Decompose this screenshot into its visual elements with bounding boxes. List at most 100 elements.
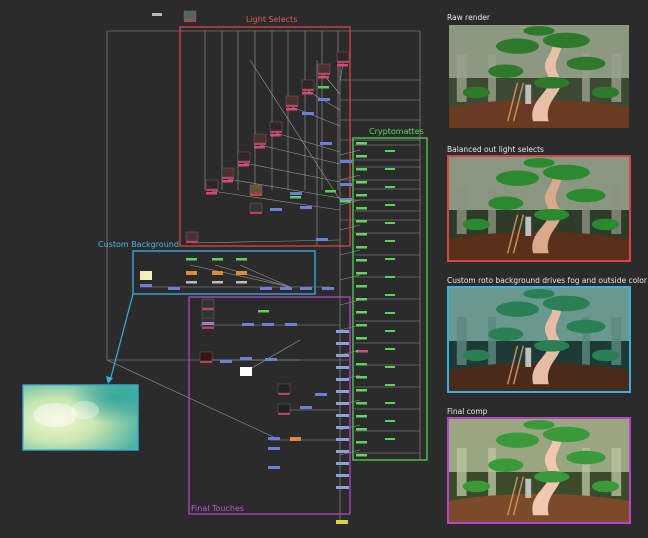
merge-node[interactable] — [340, 183, 352, 186]
write-node[interactable] — [336, 520, 348, 524]
read-node[interactable] — [237, 151, 251, 163]
grade-node[interactable] — [236, 271, 247, 275]
graph-nodes[interactable] — [140, 10, 395, 524]
merge-node[interactable] — [336, 474, 349, 477]
cryptomatte-node[interactable] — [356, 337, 367, 340]
cryptomatte-node[interactable] — [356, 285, 367, 288]
grade-node[interactable] — [302, 92, 313, 95]
cryptomatte-node[interactable] — [385, 438, 395, 440]
preview-roto-background[interactable] — [447, 286, 631, 393]
read-node[interactable] — [201, 298, 215, 310]
grade-node[interactable] — [254, 146, 265, 149]
grade-node[interactable] — [186, 271, 197, 275]
merge-node[interactable] — [336, 366, 349, 369]
shuffle-node[interactable] — [186, 258, 197, 261]
merge-node[interactable] — [336, 390, 349, 393]
merge-node[interactable] — [340, 160, 352, 163]
merge-node[interactable] — [280, 287, 292, 290]
grade-node[interactable] — [212, 271, 223, 275]
merge-node[interactable] — [336, 414, 349, 417]
shuffle-node[interactable] — [290, 196, 301, 199]
merge-node[interactable] — [320, 142, 332, 145]
cryptomatte-node[interactable] — [356, 441, 367, 444]
preview-balanced-light-selects[interactable] — [447, 155, 631, 262]
merge-node[interactable] — [270, 208, 282, 211]
read-node[interactable] — [221, 167, 235, 179]
shuffle-node[interactable] — [318, 86, 329, 89]
constant-node[interactable] — [240, 367, 252, 376]
merge-node[interactable] — [336, 426, 349, 429]
group-box-final-touches[interactable] — [188, 296, 351, 515]
cryptomatte-node[interactable] — [356, 168, 367, 171]
merge-node[interactable] — [290, 192, 302, 195]
preview-final-comp[interactable] — [447, 417, 631, 524]
cryptomatte-node[interactable] — [385, 366, 395, 368]
shuffle-node[interactable] — [325, 190, 336, 193]
read-node[interactable] — [301, 79, 315, 91]
cryptomatte-node[interactable] — [385, 384, 395, 386]
cryptomatte-node[interactable] — [356, 415, 367, 418]
grade-node[interactable] — [270, 134, 281, 137]
grade-node[interactable] — [290, 437, 301, 441]
merge-node[interactable] — [336, 378, 349, 381]
read-node[interactable] — [253, 133, 267, 145]
grade-node[interactable] — [206, 192, 217, 195]
cryptomatte-node[interactable] — [356, 272, 367, 275]
read-node[interactable] — [285, 95, 299, 107]
cryptomatte-node[interactable] — [356, 402, 367, 405]
merge-node[interactable] — [260, 287, 272, 290]
cryptomatte-node[interactable] — [356, 259, 367, 262]
constant-node[interactable] — [140, 271, 152, 280]
merge-node[interactable] — [262, 323, 274, 326]
read-node[interactable] — [336, 51, 350, 63]
preview-raw-render[interactable] — [447, 23, 631, 130]
merge-node[interactable] — [336, 342, 349, 345]
merge-node[interactable] — [336, 402, 349, 405]
cryptomatte-node[interactable] — [385, 204, 395, 206]
merge-node[interactable] — [336, 450, 349, 453]
merge-node[interactable] — [220, 360, 232, 363]
cryptomatte-node[interactable] — [356, 181, 367, 184]
cryptomatte-node[interactable] — [385, 276, 395, 278]
cryptomatte-node[interactable] — [356, 220, 367, 223]
merge-node[interactable] — [300, 287, 312, 290]
shuffle-node[interactable] — [340, 200, 351, 203]
cryptomatte-node[interactable] — [356, 324, 367, 327]
merge-node[interactable] — [268, 447, 280, 450]
merge-node[interactable] — [300, 206, 312, 209]
blur-node[interactable] — [236, 281, 247, 284]
cryptomatte-node[interactable] — [356, 311, 367, 314]
merge-node[interactable] — [265, 358, 277, 361]
merge-node[interactable] — [315, 393, 327, 396]
cryptomatte-node[interactable] — [356, 207, 367, 210]
merge-node[interactable] — [268, 466, 280, 469]
cryptomatte-node[interactable] — [385, 420, 395, 422]
grade-node[interactable] — [358, 350, 368, 353]
cryptomatte-node[interactable] — [356, 454, 367, 457]
merge-node[interactable] — [300, 406, 312, 409]
read-node[interactable] — [249, 184, 263, 196]
viewer-node[interactable] — [152, 13, 162, 16]
merge-node[interactable] — [336, 330, 349, 333]
cryptomatte-node[interactable] — [385, 330, 395, 332]
merge-node[interactable] — [322, 287, 334, 290]
merge-node[interactable] — [242, 323, 254, 326]
cryptomatte-node[interactable] — [356, 363, 367, 366]
cryptomatte-node[interactable] — [356, 389, 367, 392]
grade-node[interactable] — [238, 164, 249, 167]
merge-node[interactable] — [302, 112, 314, 115]
read-node[interactable] — [249, 202, 263, 214]
blur-node[interactable] — [186, 281, 197, 284]
cryptomatte-node[interactable] — [385, 222, 395, 224]
cryptomatte-node[interactable] — [356, 233, 367, 236]
cryptomatte-node[interactable] — [356, 298, 367, 301]
read-node[interactable] — [183, 10, 197, 22]
cryptomatte-node[interactable] — [385, 240, 395, 242]
merge-node[interactable] — [140, 284, 152, 287]
read-node[interactable] — [269, 121, 283, 133]
cryptomatte-node[interactable] — [385, 150, 395, 152]
read-node[interactable] — [185, 231, 199, 243]
merge-node[interactable] — [336, 486, 349, 489]
cryptomatte-node[interactable] — [385, 402, 395, 404]
merge-node[interactable] — [318, 98, 330, 101]
